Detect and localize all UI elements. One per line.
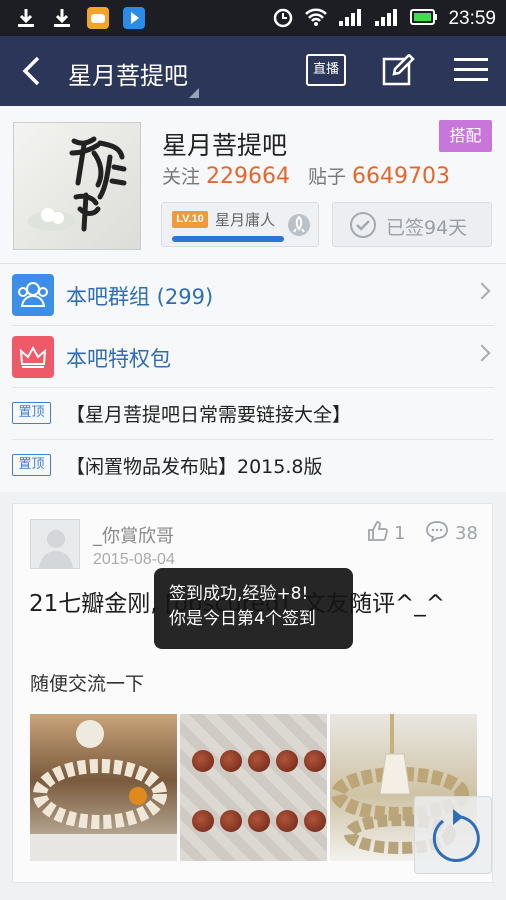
thumbs-up-icon xyxy=(366,520,388,547)
signal-icon xyxy=(338,7,364,31)
user-level-box[interactable]: LV.10 星月庸人 xyxy=(161,202,319,247)
forum-name: 星月菩提吧 xyxy=(162,131,288,160)
rocket-icon xyxy=(288,214,310,236)
signal-icon xyxy=(374,7,400,31)
follow-label: 关注 xyxy=(162,166,201,188)
toast-line-2: 你是今日第4个签到 xyxy=(169,609,316,629)
check-icon xyxy=(350,212,376,238)
posts-count: 6649703 xyxy=(352,164,450,189)
forum-header: 星月菩提吧 搭配 关注 229664 贴子 6649703 LV.10 星月庸人 已签… xyxy=(0,106,506,264)
comment-icon xyxy=(425,520,449,547)
pinned-title: 【闲置物品发布贴】2015.8版 xyxy=(66,456,323,478)
pinned-row[interactable]: 置顶 【闲置物品发布贴】2015.8版 xyxy=(0,440,506,492)
level-badge: LV.10 xyxy=(172,211,208,228)
match-tag-button[interactable]: 搭配 xyxy=(439,120,492,152)
like-count: 1 xyxy=(394,523,406,544)
back-icon[interactable] xyxy=(18,54,48,88)
edit-post-icon[interactable] xyxy=(382,53,416,86)
forum-stats: 关注 229664 贴子 6649703 xyxy=(162,162,468,189)
group-label: 本吧群组 (299) xyxy=(66,285,214,309)
like-button[interactable]: 1 xyxy=(366,520,405,547)
forum-avatar xyxy=(13,122,141,250)
pinned-tag: 置顶 xyxy=(12,402,51,424)
live-button[interactable]: 直播 xyxy=(306,54,346,86)
signed-days-label: 已签94天 xyxy=(386,217,468,239)
page-title[interactable]: 星月菩提吧 xyxy=(68,56,188,91)
status-bar: 23:59 xyxy=(0,0,506,36)
download-icon xyxy=(50,6,74,30)
nav-bar: 星月菩提吧 直播 xyxy=(0,36,506,106)
privilege-row[interactable]: 本吧特权包 xyxy=(0,326,506,388)
toast-line-1: 签到成功,经验+8! xyxy=(169,584,309,604)
sign-in-button[interactable]: 已签94天 xyxy=(332,202,492,247)
privilege-label: 本吧特权包 xyxy=(66,347,171,371)
game-app-icon xyxy=(86,6,110,30)
dropdown-triangle-icon xyxy=(189,88,199,98)
level-name: 星月庸人 xyxy=(215,211,276,229)
follow-count: 229664 xyxy=(206,164,290,189)
pinned-row[interactable]: 置顶 【星月菩提吧日常需要链接大全】 xyxy=(0,388,506,440)
post-body: 随便交流一下 xyxy=(30,673,145,695)
refresh-button[interactable] xyxy=(414,796,492,874)
crown-icon xyxy=(12,336,54,378)
posts-label: 贴子 xyxy=(308,166,347,188)
alarm-icon xyxy=(272,6,294,32)
download-icon xyxy=(14,6,38,30)
comment-button[interactable]: 38 xyxy=(425,520,478,547)
level-progress-bar xyxy=(172,236,284,242)
comment-count: 38 xyxy=(455,523,478,544)
video-app-icon xyxy=(122,6,146,30)
pinned-title: 【星月菩提吧日常需要链接大全】 xyxy=(66,404,352,426)
chevron-right-icon xyxy=(473,282,491,300)
pinned-tag: 置顶 xyxy=(12,454,51,476)
post-image[interactable] xyxy=(30,714,177,861)
post-author[interactable]: _你賞欣哥 xyxy=(93,522,174,548)
clock-time: 23:59 xyxy=(448,8,496,29)
menu-icon[interactable] xyxy=(454,56,488,84)
sign-in-toast: 签到成功,经验+8! 你是今日第4个签到 xyxy=(154,568,353,649)
post-image[interactable] xyxy=(180,714,327,861)
group-row[interactable]: 本吧群组 (299) xyxy=(0,264,506,326)
wifi-icon xyxy=(304,7,328,31)
group-icon xyxy=(12,274,54,316)
post-date: 2015-08-04 xyxy=(93,551,175,568)
author-avatar[interactable] xyxy=(30,519,80,569)
chevron-right-icon xyxy=(473,344,491,362)
battery-icon xyxy=(410,8,438,30)
